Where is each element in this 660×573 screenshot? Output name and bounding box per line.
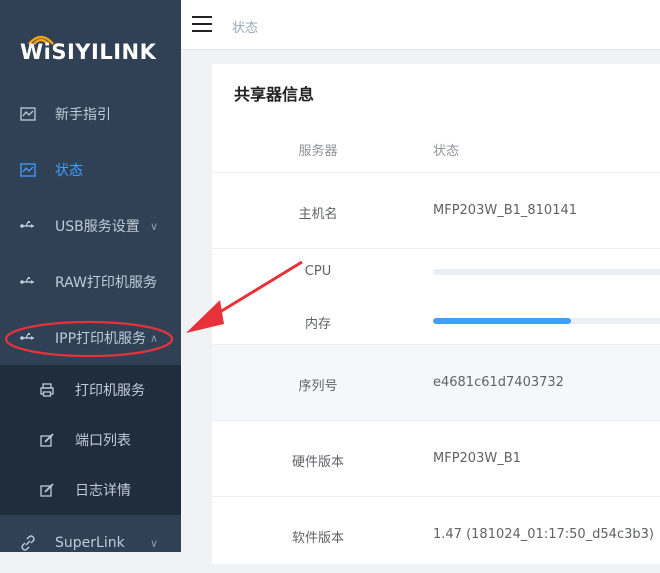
memory-progress-bar	[433, 318, 660, 324]
sidebar: WiSIYILINK 新手指引 状态 USB服务设置 ∨ RAW打印机服务 ∨ …	[0, 0, 181, 552]
row-value: 1.47 (181024_01:17:50_d54c3b3)	[433, 527, 654, 542]
submenu-item-label: 打印机服务	[75, 383, 145, 399]
edit-icon	[40, 433, 54, 447]
table-row: 主机名 MFP203W_B1_810141	[212, 173, 660, 249]
row-value: MFP203W_B1	[433, 451, 521, 466]
chevron-down-icon: ∨	[150, 275, 159, 289]
sidebar-item-guide[interactable]: 新手指引	[0, 86, 181, 142]
usb-icon	[20, 330, 36, 346]
table-row: 序列号 e4681c61d7403732	[212, 345, 660, 421]
usb-icon	[20, 218, 36, 234]
sidebar-item-label: IPP打印机服务	[55, 331, 147, 347]
sidebar-item-label: USB服务设置	[55, 219, 140, 235]
chevron-up-icon: ∧	[150, 331, 159, 345]
brand-logo: WiSIYILINK	[20, 32, 170, 72]
top-bar: 状态	[181, 0, 660, 50]
sidebar-item-status[interactable]: 状态	[0, 142, 181, 198]
edit-icon	[40, 483, 54, 497]
submenu-item-label: 端口列表	[75, 433, 131, 449]
row-label: 主机名	[298, 207, 338, 222]
sidebar-item-label: SuperLink	[55, 535, 125, 551]
chart-icon	[20, 162, 36, 178]
table-row: 软件版本 1.47 (181024_01:17:50_d54c3b3)	[212, 497, 660, 573]
hamburger-menu-icon[interactable]	[192, 16, 212, 32]
sidebar-item-label: 状态	[55, 163, 83, 179]
submenu-ipp: 打印机服务 端口列表 日志详情	[0, 365, 181, 515]
link-icon	[20, 535, 36, 551]
breadcrumb: 状态	[232, 21, 259, 36]
chevron-down-icon: ∨	[150, 219, 159, 233]
device-info-panel: 共享器信息 服务器 状态 主机名 MFP203W_B1_810141 CPU 内…	[212, 64, 660, 564]
row-label: 序列号	[298, 379, 338, 394]
row-value: MFP203W_B1_810141	[433, 203, 578, 218]
sidebar-item-raw[interactable]: RAW打印机服务 ∨	[0, 254, 181, 310]
submenu-item-label: 日志详情	[75, 483, 131, 499]
column-header: 状态	[433, 144, 460, 159]
row-label: CPU	[304, 264, 332, 279]
table-header: 服务器 状态	[212, 110, 660, 173]
sidebar-item-ipp[interactable]: IPP打印机服务 ∧	[0, 310, 181, 366]
submenu-item-port-list[interactable]: 端口列表	[0, 415, 181, 465]
row-label: 内存	[304, 317, 331, 332]
row-value: e4681c61d7403732	[433, 375, 564, 390]
submenu-item-printer-service[interactable]: 打印机服务	[0, 365, 181, 415]
cpu-progress-bar	[433, 269, 660, 275]
chevron-down-icon: ∨	[150, 536, 159, 550]
row-label: 硬件版本	[291, 455, 344, 470]
usb-icon	[20, 274, 36, 290]
memory-progress-fill	[433, 318, 571, 324]
chart-icon	[20, 106, 36, 122]
table-row: 硬件版本 MFP203W_B1	[212, 421, 660, 497]
table-row: 内存	[212, 297, 660, 345]
panel-title: 共享器信息	[234, 85, 315, 104]
sidebar-item-usb[interactable]: USB服务设置 ∨	[0, 198, 181, 254]
sidebar-item-label: RAW打印机服务	[55, 275, 157, 291]
logo-text: WiSIYILINK	[20, 40, 157, 64]
sidebar-item-superlink[interactable]: SuperLink ∨	[0, 515, 181, 571]
table-row: CPU	[212, 249, 660, 297]
column-header: 服务器	[298, 144, 338, 159]
row-label: 软件版本	[291, 531, 344, 546]
printer-icon	[40, 383, 54, 397]
sidebar-item-label: 新手指引	[55, 107, 111, 123]
submenu-item-log-detail[interactable]: 日志详情	[0, 465, 181, 515]
